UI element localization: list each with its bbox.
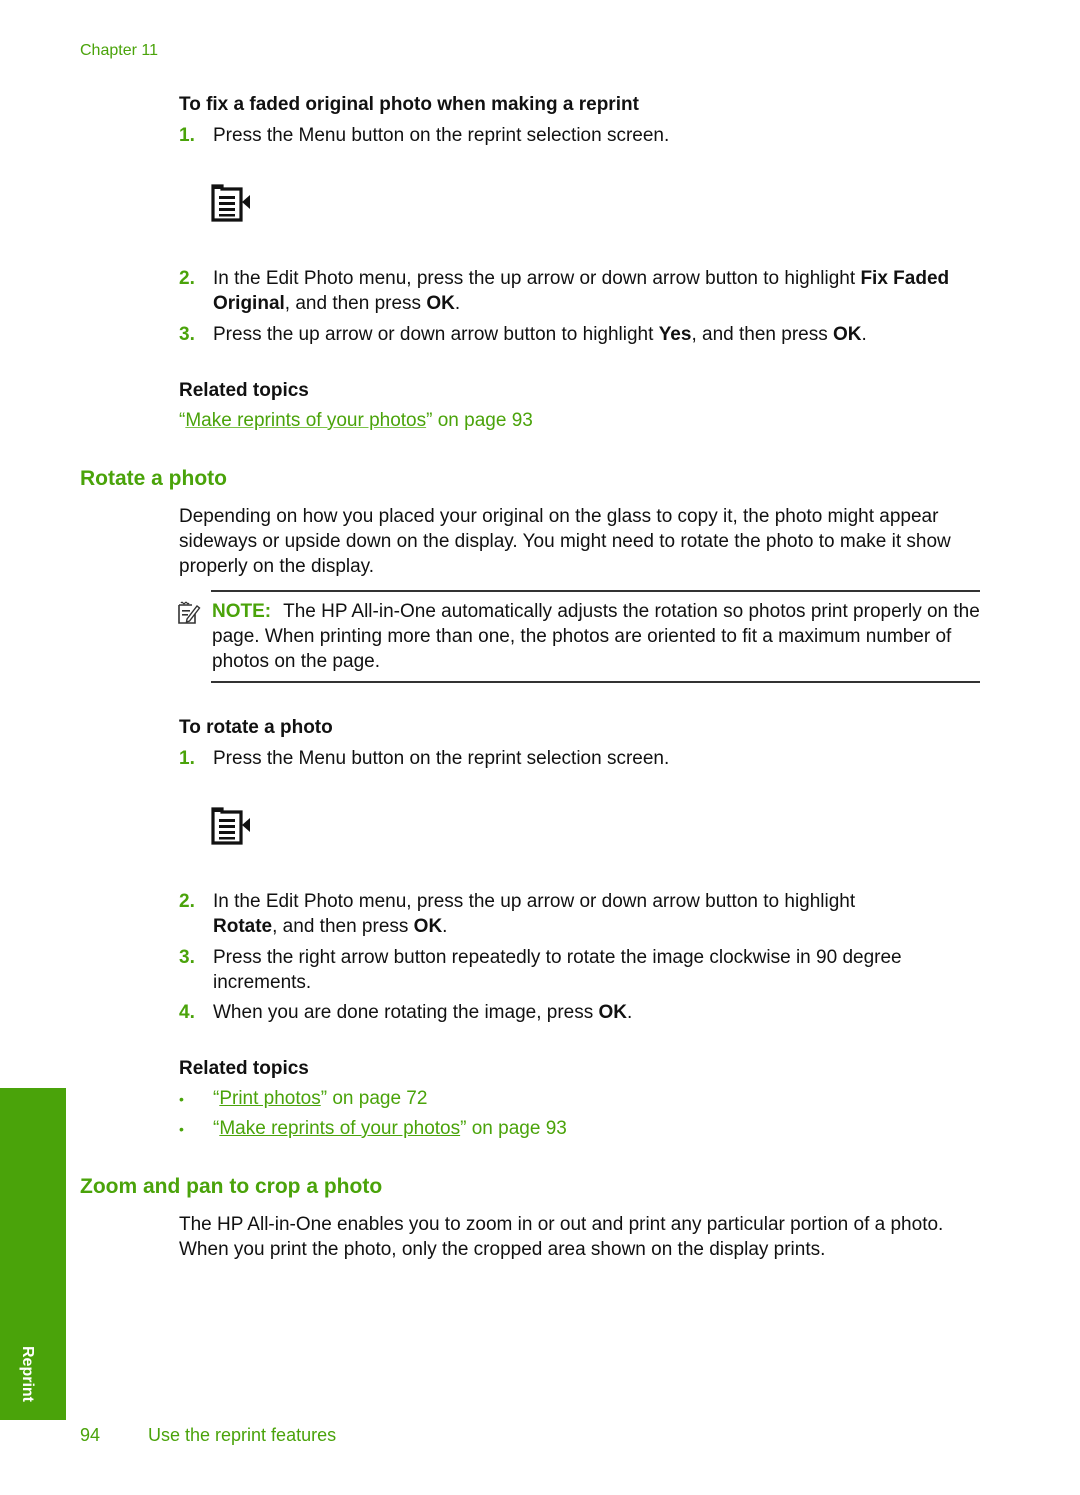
related-link-make-reprints: “Make reprints of your photos” on page 9… — [179, 410, 533, 432]
procedure-title-rotate: To rotate a photo — [179, 717, 333, 738]
procedure-title-fix-faded: To fix a faded original photo when makin… — [179, 94, 639, 115]
page-reference: ” on page 72 — [320, 1088, 428, 1109]
page-reference: ” on page 93 — [460, 1118, 567, 1139]
step-text-part: . — [454, 293, 461, 314]
step-number: 2. — [179, 268, 195, 289]
ok-button-reference: OK — [598, 1002, 628, 1023]
step-text-part: . — [442, 916, 448, 937]
rotate-step-4: 4. When you are done rotating the image,… — [179, 1000, 984, 1025]
step-number: 1. — [179, 748, 195, 769]
rotate-step-3: 3. Press the right arrow button repeated… — [179, 945, 984, 995]
note-top-divider — [211, 590, 980, 592]
step-number: 3. — [179, 324, 195, 345]
section-heading-zoom-pan: Zoom and pan to crop a photo — [80, 1175, 383, 1198]
ok-button-reference: OK — [413, 916, 443, 937]
link-make-reprints[interactable]: Make reprints of your photos — [219, 1118, 460, 1139]
step-text: Press the up arrow or down arrow button … — [213, 322, 984, 347]
bullet: • — [179, 1091, 184, 1107]
side-tab-label: Reprint — [19, 1346, 36, 1402]
rotate-intro-paragraph: Depending on how you placed your origina… — [179, 506, 951, 577]
step-text: In the Edit Photo menu, press the up arr… — [213, 889, 984, 939]
bullet: • — [179, 1121, 184, 1137]
page-number: 94 — [80, 1425, 101, 1445]
step-text-part: . — [861, 324, 867, 345]
menu-option-yes: Yes — [658, 324, 692, 345]
related-link-make-reprints: • “Make reprints of your photos” on page… — [179, 1118, 567, 1140]
step-number: 1. — [179, 125, 195, 146]
ok-button-reference: OK — [426, 293, 455, 314]
step-text: Press the right arrow button repeatedly … — [213, 947, 902, 993]
note-body: The HP All-in-One automatically adjusts … — [212, 601, 980, 672]
menu-option-rotate: Rotate — [213, 916, 273, 937]
step-text-part: . — [627, 1002, 633, 1023]
related-topics-heading: Related topics — [179, 380, 309, 401]
step-text-part: When you are done rotating the image, pr… — [213, 1002, 599, 1023]
related-link-print-photos: • “Print photos” on page 72 — [179, 1088, 427, 1110]
step-text: Press the Menu button on the reprint sel… — [213, 748, 670, 769]
step-text-part: , and then press — [284, 293, 427, 314]
step-text: When you are done rotating the image, pr… — [213, 1000, 984, 1025]
zoom-pan-intro-paragraph: The HP All-in-One enables you to zoom in… — [179, 1214, 944, 1260]
link-print-photos[interactable]: Print photos — [219, 1088, 320, 1109]
fix-faded-step-3: 3. Press the up arrow or down arrow butt… — [179, 322, 984, 347]
note-text: NOTE: The HP All-in-One automatically adj… — [212, 599, 982, 674]
step-text: Press the Menu button on the reprint sel… — [213, 125, 670, 146]
note-label: NOTE: — [212, 601, 272, 622]
step-number: 3. — [179, 947, 195, 968]
fix-faded-step-2: 2. In the Edit Photo menu, press the up … — [179, 266, 984, 316]
note-bottom-divider — [211, 681, 980, 683]
step-text-part: Press the up arrow or down arrow button … — [213, 324, 659, 345]
rotate-step-2: 2. In the Edit Photo menu, press the up … — [179, 889, 984, 939]
fix-faded-step-1: 1. Press the Menu button on the reprint … — [179, 123, 984, 148]
step-number: 4. — [179, 1002, 195, 1023]
menu-button-icon — [211, 807, 250, 845]
menu-button-icon — [211, 184, 250, 222]
step-text-part: In the Edit Photo menu, press the up arr… — [213, 891, 856, 912]
step-text: In the Edit Photo menu, press the up arr… — [213, 266, 984, 316]
ok-button-reference: OK — [833, 324, 862, 345]
related-topics-heading: Related topics — [179, 1058, 309, 1079]
chapter-label: Chapter 11 — [80, 42, 158, 59]
step-text-part: In the Edit Photo menu, press the up arr… — [213, 268, 861, 289]
rotate-step-1: 1. Press the Menu button on the reprint … — [179, 746, 984, 771]
step-number: 2. — [179, 891, 195, 912]
step-text-part: , and then press — [272, 916, 414, 937]
page-reference: ” on page 93 — [426, 410, 533, 431]
link-make-reprints[interactable]: Make reprints of your photos — [185, 410, 426, 431]
note-pencil-icon — [178, 601, 201, 624]
footer-section-title: Use the reprint features — [148, 1425, 337, 1445]
section-heading-rotate: Rotate a photo — [80, 467, 227, 490]
step-text-part: , and then press — [691, 324, 833, 345]
